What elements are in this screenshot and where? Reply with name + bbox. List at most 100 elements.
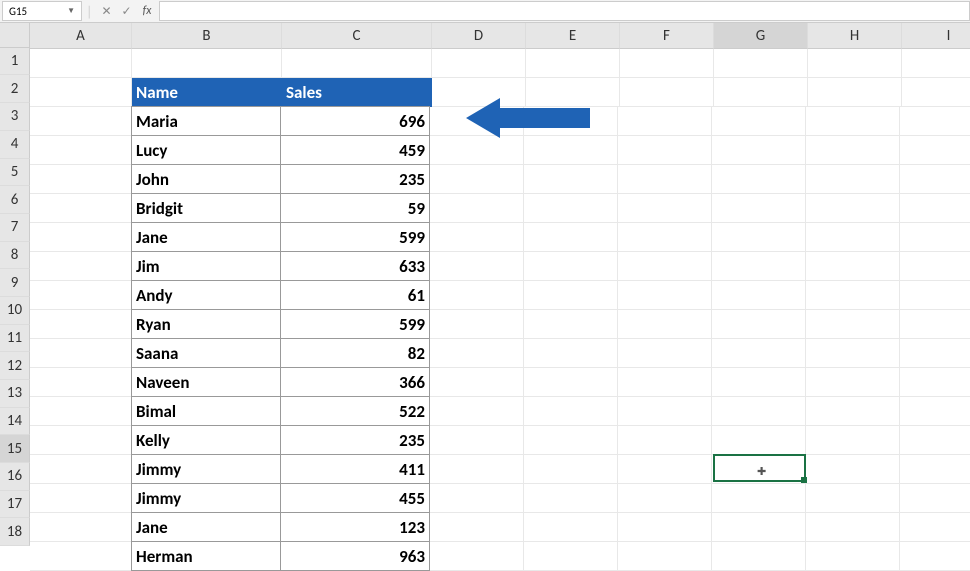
cell[interactable] bbox=[524, 339, 618, 368]
column-header[interactable]: G bbox=[714, 23, 808, 49]
cell[interactable] bbox=[618, 252, 712, 281]
cell[interactable] bbox=[808, 78, 902, 107]
cell[interactable] bbox=[430, 194, 524, 223]
cell[interactable] bbox=[30, 49, 132, 78]
cell[interactable] bbox=[430, 223, 524, 252]
cell[interactable] bbox=[900, 542, 970, 571]
cell[interactable] bbox=[30, 78, 132, 107]
sales-cell[interactable]: 455 bbox=[280, 483, 430, 513]
cell[interactable] bbox=[30, 107, 132, 136]
cell[interactable] bbox=[714, 78, 808, 107]
cell[interactable] bbox=[900, 397, 970, 426]
cell[interactable] bbox=[714, 49, 808, 78]
cell[interactable] bbox=[806, 426, 900, 455]
name-cell[interactable]: Jane bbox=[131, 512, 281, 542]
cell[interactable] bbox=[806, 194, 900, 223]
cell[interactable] bbox=[524, 397, 618, 426]
cell[interactable] bbox=[900, 484, 970, 513]
cell[interactable] bbox=[900, 223, 970, 252]
cell[interactable] bbox=[712, 223, 806, 252]
row-header[interactable]: 17 bbox=[0, 491, 30, 519]
cell[interactable] bbox=[900, 513, 970, 542]
row-header[interactable]: 5 bbox=[0, 159, 30, 187]
cell[interactable] bbox=[430, 310, 524, 339]
cell[interactable] bbox=[902, 78, 970, 107]
row-header[interactable]: 3 bbox=[0, 103, 30, 131]
cell[interactable] bbox=[430, 339, 524, 368]
sales-cell[interactable]: 411 bbox=[280, 454, 430, 484]
cell[interactable] bbox=[806, 339, 900, 368]
cell[interactable] bbox=[524, 426, 618, 455]
row-header[interactable]: 13 bbox=[0, 380, 30, 408]
row-header[interactable]: 8 bbox=[0, 242, 30, 270]
cell[interactable] bbox=[618, 426, 712, 455]
cell[interactable] bbox=[430, 252, 524, 281]
row-header[interactable]: 15 bbox=[0, 435, 30, 463]
cell[interactable] bbox=[30, 165, 132, 194]
cell[interactable] bbox=[430, 368, 524, 397]
row-header[interactable]: 9 bbox=[0, 269, 30, 297]
chevron-down-icon[interactable]: ▼ bbox=[67, 6, 75, 16]
name-cell[interactable]: John bbox=[131, 164, 281, 194]
sales-cell[interactable]: 599 bbox=[280, 309, 430, 339]
cell[interactable] bbox=[618, 542, 712, 571]
cell[interactable] bbox=[618, 136, 712, 165]
cell[interactable] bbox=[806, 165, 900, 194]
cell[interactable] bbox=[900, 368, 970, 397]
cell[interactable] bbox=[900, 339, 970, 368]
cell[interactable] bbox=[620, 49, 714, 78]
name-cell[interactable]: Jimmy bbox=[131, 483, 281, 513]
cell[interactable] bbox=[900, 107, 970, 136]
name-cell[interactable]: Bimal bbox=[131, 396, 281, 426]
sales-cell[interactable]: 599 bbox=[280, 222, 430, 252]
row-header[interactable]: 10 bbox=[0, 297, 30, 325]
cell[interactable] bbox=[712, 484, 806, 513]
cell[interactable] bbox=[30, 136, 132, 165]
name-cell[interactable]: Saana bbox=[131, 338, 281, 368]
cell[interactable] bbox=[30, 223, 132, 252]
cell[interactable] bbox=[900, 426, 970, 455]
sales-cell[interactable]: 61 bbox=[280, 280, 430, 310]
cell[interactable] bbox=[524, 484, 618, 513]
cell[interactable] bbox=[902, 49, 970, 78]
cell[interactable] bbox=[526, 49, 620, 78]
name-cell[interactable]: Bridgit bbox=[131, 193, 281, 223]
cell[interactable] bbox=[430, 426, 524, 455]
column-header[interactable]: I bbox=[902, 23, 970, 49]
cell[interactable] bbox=[30, 194, 132, 223]
confirm-icon[interactable]: ✓ bbox=[117, 4, 137, 19]
cell[interactable] bbox=[430, 281, 524, 310]
cell[interactable] bbox=[712, 281, 806, 310]
cell[interactable] bbox=[806, 397, 900, 426]
name-cell[interactable]: Maria bbox=[131, 106, 281, 136]
cell[interactable] bbox=[282, 49, 432, 78]
cell[interactable] bbox=[30, 339, 132, 368]
name-cell[interactable]: Jane bbox=[131, 222, 281, 252]
row-header[interactable]: 4 bbox=[0, 131, 30, 159]
column-header[interactable]: D bbox=[432, 23, 526, 49]
cell[interactable] bbox=[712, 542, 806, 571]
cell[interactable] bbox=[806, 107, 900, 136]
cell[interactable] bbox=[524, 252, 618, 281]
column-header[interactable]: B bbox=[132, 23, 282, 49]
cell[interactable] bbox=[618, 368, 712, 397]
cell[interactable] bbox=[712, 310, 806, 339]
cell[interactable] bbox=[900, 136, 970, 165]
cell[interactable] bbox=[524, 310, 618, 339]
cell[interactable] bbox=[30, 310, 132, 339]
row-header[interactable]: 12 bbox=[0, 352, 30, 380]
cell[interactable] bbox=[30, 542, 132, 571]
column-header[interactable]: A bbox=[30, 23, 132, 49]
cell[interactable] bbox=[30, 426, 132, 455]
name-cell[interactable]: Kelly bbox=[131, 425, 281, 455]
cell[interactable] bbox=[30, 397, 132, 426]
select-all-corner[interactable] bbox=[0, 23, 30, 48]
cell[interactable] bbox=[806, 281, 900, 310]
sales-cell[interactable]: 459 bbox=[280, 135, 430, 165]
cell[interactable] bbox=[806, 136, 900, 165]
cell[interactable] bbox=[618, 223, 712, 252]
sales-cell[interactable]: 82 bbox=[280, 338, 430, 368]
cell[interactable] bbox=[618, 455, 712, 484]
cell[interactable] bbox=[712, 426, 806, 455]
cell[interactable] bbox=[618, 165, 712, 194]
